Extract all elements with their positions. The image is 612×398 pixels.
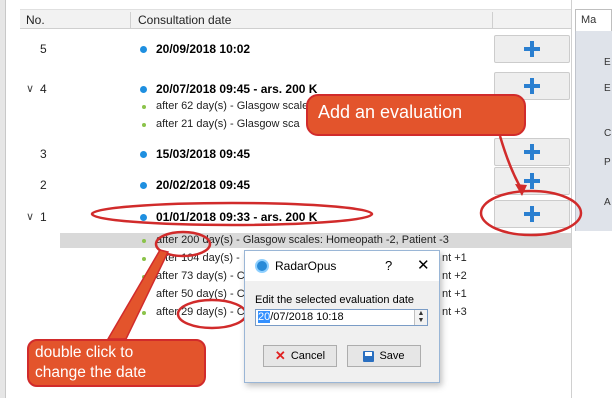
radaropus-logo-icon	[255, 259, 269, 273]
spin-down-icon[interactable]: ▼	[415, 317, 427, 324]
help-button[interactable]: ?	[385, 258, 392, 273]
highlight-ellipse	[176, 298, 248, 330]
cancel-x-icon: ✕	[274, 348, 286, 363]
cancel-button[interactable]: ✕ Cancel	[263, 345, 337, 367]
date-spinner[interactable]: ▲ ▼	[414, 310, 427, 325]
date-field-label: Edit the selected evaluation date	[255, 294, 415, 306]
callout-line: double click to	[35, 344, 134, 361]
date-input-value[interactable]: 20/07/2018 10:18	[258, 311, 344, 323]
selected-day-text: 20	[258, 311, 271, 323]
highlight-ellipse	[90, 201, 374, 227]
double-click-callout: double click to change the date	[27, 339, 206, 387]
add-evaluation-callout: Add an evaluation	[306, 94, 526, 136]
save-disk-icon	[363, 350, 375, 362]
close-button[interactable]: ✕	[417, 256, 430, 274]
dialog-titlebar[interactable]: RadarOpus ? ✕	[245, 251, 439, 281]
callout-arrow	[498, 135, 524, 191]
save-button[interactable]: Save	[347, 345, 421, 367]
callout-line: change the date	[35, 364, 147, 381]
spin-up-icon[interactable]: ▲	[415, 310, 427, 317]
date-rest-text: /07/2018 10:18	[270, 311, 344, 323]
date-input[interactable]: 20/07/2018 10:18 ▲ ▼	[255, 309, 428, 326]
dialog-title: RadarOpus	[275, 259, 337, 273]
edit-date-dialog: RadarOpus ? ✕ Edit the selected evaluati…	[244, 250, 440, 383]
highlight-ellipse	[479, 189, 583, 237]
callout-pointer	[106, 249, 170, 340]
save-label: Save	[379, 350, 405, 362]
cancel-label: Cancel	[290, 350, 326, 362]
